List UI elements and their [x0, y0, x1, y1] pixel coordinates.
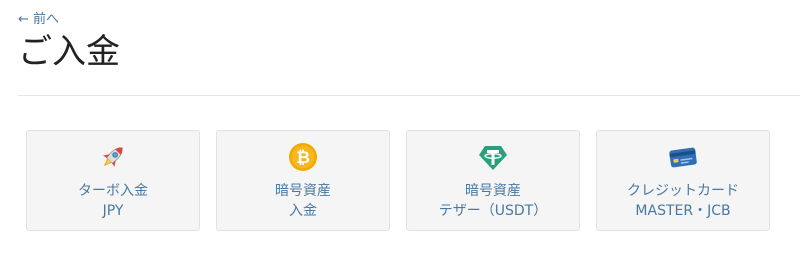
card-label: ターボ入金 JPY — [78, 181, 148, 221]
card-label-line1: 暗号資産 — [465, 183, 521, 199]
credit-card-icon — [667, 141, 699, 173]
card-label-line1: クレジットカード — [627, 183, 739, 199]
deposit-card-crypto[interactable]: ₿ 暗号資産 入金 — [216, 130, 390, 231]
back-link[interactable]: ← 前へ — [18, 12, 59, 28]
deposit-page: ← 前へ ご入金 ターボ入金 JPY ₿ 暗号資産 入金 暗号資産 テザー（US… — [0, 0, 800, 260]
card-label-line2: JPY — [102, 203, 124, 219]
svg-text:₿: ₿ — [296, 148, 310, 168]
card-label-line2: 入金 — [289, 203, 317, 219]
card-label-line1: 暗号資産 — [275, 183, 331, 199]
deposit-card-usdt[interactable]: 暗号資産 テザー（USDT） — [406, 130, 580, 231]
divider — [18, 95, 800, 96]
rocket-icon — [97, 141, 129, 173]
deposit-card-credit[interactable]: クレジットカード MASTER・JCB — [596, 130, 770, 231]
card-label: クレジットカード MASTER・JCB — [627, 181, 739, 221]
tether-icon — [477, 141, 509, 173]
card-label-line1: ターボ入金 — [78, 183, 148, 199]
deposit-method-list: ターボ入金 JPY ₿ 暗号資産 入金 暗号資産 テザー（USDT） クレジット… — [26, 130, 770, 231]
page-title: ご入金 — [18, 32, 120, 72]
card-label: 暗号資産 テザー（USDT） — [439, 181, 547, 221]
deposit-card-turbo-jpy[interactable]: ターボ入金 JPY — [26, 130, 200, 231]
card-label-line2: MASTER・JCB — [635, 203, 731, 219]
card-label: 暗号資産 入金 — [275, 181, 331, 221]
bitcoin-icon: ₿ — [287, 141, 319, 173]
card-label-line2: テザー（USDT） — [438, 203, 548, 219]
